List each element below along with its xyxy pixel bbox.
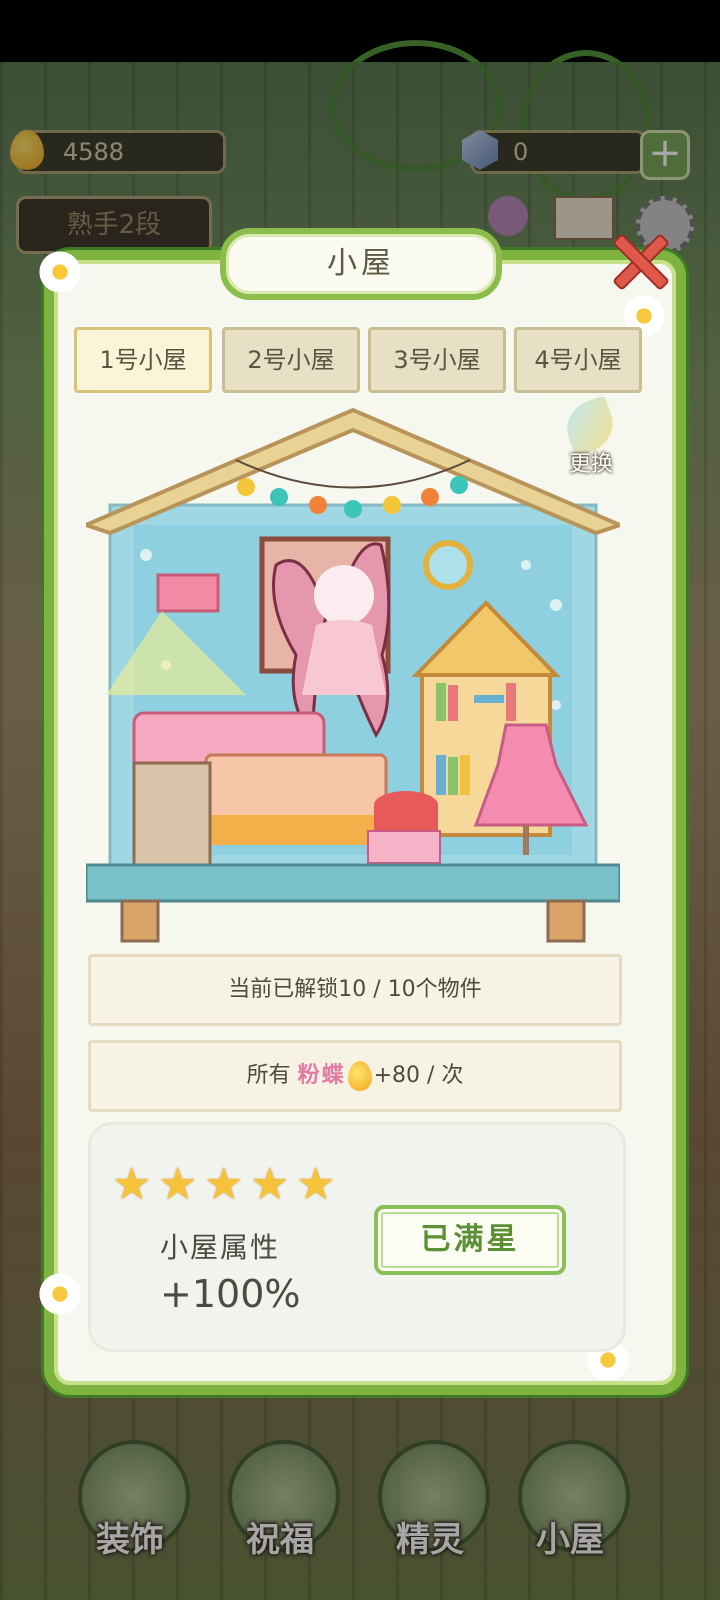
attribute-label: 小屋属性 xyxy=(160,1231,281,1264)
bonus-prefix: 所有 xyxy=(246,1063,291,1088)
star-icon: ★ xyxy=(296,1159,336,1210)
close-icon[interactable] xyxy=(610,232,666,288)
daisy-flower-decoration xyxy=(36,248,84,296)
daisy-flower-decoration xyxy=(36,1270,84,1318)
bonus-highlight: 粉蝶 xyxy=(297,1063,346,1088)
star-icon: ★ xyxy=(112,1159,152,1210)
unlock-status-text: 当前已解锁10 / 10个物件 xyxy=(228,977,482,1002)
attribute-value: +100% xyxy=(160,1272,301,1316)
tab-cottage-2[interactable]: 2号小屋 xyxy=(222,327,360,393)
star-rating: ★ ★ ★ ★ ★ xyxy=(112,1159,342,1210)
max-star-button[interactable]: 已满星 xyxy=(374,1205,566,1275)
nectar-drop-icon xyxy=(347,1061,372,1091)
star-icon: ★ xyxy=(250,1159,290,1210)
tab-cottage-1[interactable]: 1号小屋 xyxy=(74,327,212,393)
bonus-info: 所有 粉蝶 +80 / 次 xyxy=(88,1040,622,1112)
tab-cottage-4[interactable]: 4号小屋 xyxy=(514,327,642,393)
dialog-title: 小屋 xyxy=(220,228,502,300)
cottage-illustration xyxy=(86,407,620,943)
bonus-suffix: +80 / 次 xyxy=(373,1063,464,1088)
tab-cottage-3[interactable]: 3号小屋 xyxy=(368,327,506,393)
unlock-status: 当前已解锁10 / 10个物件 xyxy=(88,954,622,1026)
star-icon: ★ xyxy=(204,1159,244,1210)
star-icon: ★ xyxy=(158,1159,198,1210)
